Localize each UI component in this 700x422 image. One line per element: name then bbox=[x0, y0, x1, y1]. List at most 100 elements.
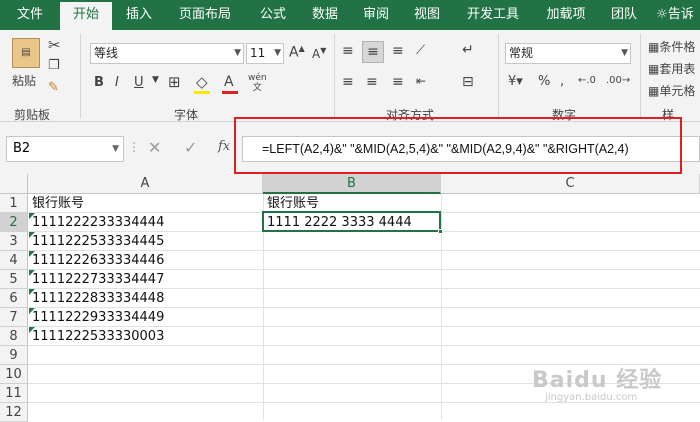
row-header[interactable]: 4 bbox=[0, 251, 28, 270]
insert-function-icon[interactable]: fx bbox=[218, 139, 230, 154]
error-indicator-icon[interactable] bbox=[29, 289, 35, 295]
table-icon: ▦ bbox=[648, 62, 660, 76]
decrease-font-icon[interactable]: A▼ bbox=[312, 46, 326, 61]
group-divider bbox=[334, 34, 335, 118]
decrease-decimal-icon[interactable]: .00→ bbox=[606, 75, 630, 86]
tab-addins[interactable]: 加载项 bbox=[538, 0, 594, 30]
select-all-corner[interactable] bbox=[0, 174, 28, 194]
percent-icon[interactable]: % bbox=[538, 74, 550, 89]
column-header-c[interactable]: C bbox=[441, 174, 700, 194]
watermark-url: jingyan.baidu.com bbox=[545, 392, 638, 403]
tab-developer[interactable]: 开发工具 bbox=[460, 0, 526, 30]
align-left-icon[interactable]: ≡ bbox=[342, 74, 354, 90]
cell-a2[interactable]: 1111222233334444 bbox=[29, 213, 164, 232]
copy-icon[interactable]: ❐ bbox=[48, 58, 60, 73]
paste-icon[interactable]: ▤ bbox=[12, 38, 40, 68]
more-options-icon: ⋮ bbox=[128, 140, 140, 154]
merge-center-icon[interactable]: ⊟ bbox=[462, 74, 474, 90]
fill-color-swatch bbox=[194, 91, 210, 94]
cell-a8[interactable]: 1111222533330003 bbox=[29, 327, 164, 346]
column-header-a[interactable]: A bbox=[28, 174, 263, 194]
italic-icon[interactable]: I bbox=[115, 75, 119, 90]
currency-icon[interactable]: ¥▾ bbox=[508, 74, 523, 89]
align-bottom-icon[interactable]: ≡ bbox=[392, 43, 404, 59]
orientation-icon[interactable]: ⟋ bbox=[416, 43, 425, 58]
column-header-b[interactable]: B bbox=[263, 174, 441, 194]
tab-home[interactable]: 开始 bbox=[60, 2, 112, 30]
row-header[interactable]: 6 bbox=[0, 289, 28, 308]
row-header[interactable]: 2 bbox=[0, 213, 28, 232]
name-box[interactable]: B2 ▼ bbox=[6, 136, 124, 162]
bold-icon[interactable]: B bbox=[94, 75, 104, 90]
fill-color-icon[interactable]: ◇ bbox=[196, 73, 208, 91]
tab-view[interactable]: 视图 bbox=[404, 0, 450, 30]
font-name-select[interactable]: 等线 ▼ bbox=[90, 43, 244, 64]
cell-a4[interactable]: 1111222633334446 bbox=[29, 251, 164, 270]
tab-formulas[interactable]: 公式 bbox=[250, 0, 296, 30]
font-color-swatch bbox=[222, 91, 238, 94]
tab-review[interactable]: 审阅 bbox=[353, 0, 399, 30]
group-divider bbox=[640, 34, 641, 118]
error-indicator-icon[interactable] bbox=[29, 270, 35, 276]
cell-styles-icon: ▦ bbox=[648, 84, 660, 98]
error-indicator-icon[interactable] bbox=[29, 251, 35, 257]
row-header[interactable]: 3 bbox=[0, 232, 28, 251]
conditional-format-icon: ▦ bbox=[648, 40, 660, 54]
row-header[interactable]: 11 bbox=[0, 384, 28, 403]
cell-a6[interactable]: 1111222833334448 bbox=[29, 289, 164, 308]
cut-icon[interactable]: ✂ bbox=[48, 36, 61, 54]
align-middle-icon[interactable]: ≡ bbox=[362, 41, 384, 63]
borders-icon[interactable]: ⊞ bbox=[168, 73, 181, 91]
align-top-icon[interactable]: ≡ bbox=[342, 43, 354, 59]
number-format-select[interactable]: 常规 ▼ bbox=[505, 43, 631, 64]
tab-tell-me[interactable]: ☼告诉 bbox=[650, 0, 700, 30]
increase-decimal-icon[interactable]: ←.0 bbox=[578, 75, 596, 86]
font-size-select[interactable]: 11 ▼ bbox=[246, 43, 284, 64]
increase-font-icon[interactable]: A▲ bbox=[289, 44, 305, 61]
group-divider bbox=[498, 34, 499, 118]
format-painter-icon[interactable]: ✎ bbox=[48, 80, 59, 95]
row-header[interactable]: 9 bbox=[0, 346, 28, 365]
cancel-icon[interactable]: ✕ bbox=[148, 138, 161, 157]
tab-team[interactable]: 团队 bbox=[604, 0, 644, 30]
error-indicator-icon[interactable] bbox=[29, 232, 35, 238]
font-group-label: 字体 bbox=[174, 108, 199, 122]
conditional-formatting-button[interactable]: ▦条件格 bbox=[648, 38, 695, 55]
watermark-logo: Baidu 经验 bbox=[532, 368, 663, 393]
phonetic-icon[interactable]: wén 文 bbox=[248, 73, 267, 93]
chevron-down-icon: ▼ bbox=[112, 144, 119, 154]
error-indicator-icon[interactable] bbox=[29, 308, 35, 314]
underline-icon[interactable]: U bbox=[134, 75, 144, 90]
tab-data[interactable]: 数据 bbox=[302, 0, 348, 30]
tab-page-layout[interactable]: 页面布局 bbox=[170, 0, 240, 30]
chevron-down-icon: ▼ bbox=[274, 48, 281, 58]
row-header[interactable]: 12 bbox=[0, 403, 28, 422]
comma-style-icon[interactable]: , bbox=[560, 74, 564, 89]
tab-insert[interactable]: 插入 bbox=[116, 0, 162, 30]
tab-file[interactable]: 文件 bbox=[8, 0, 52, 30]
fill-handle[interactable] bbox=[438, 229, 443, 234]
format-as-table-button[interactable]: ▦套用表 bbox=[648, 60, 695, 77]
cell-a5[interactable]: 1111222733334447 bbox=[29, 270, 164, 289]
cell-styles-button[interactable]: ▦单元格 bbox=[648, 82, 695, 99]
enter-icon[interactable]: ✓ bbox=[184, 138, 197, 157]
cell-a7[interactable]: 1111222933334449 bbox=[29, 308, 164, 327]
group-divider bbox=[80, 34, 81, 118]
indent-icon[interactable]: ⇤ bbox=[416, 74, 426, 88]
paste-label[interactable]: 粘贴 bbox=[12, 72, 36, 89]
wrap-text-icon[interactable]: ↵ bbox=[462, 42, 474, 58]
error-indicator-icon[interactable] bbox=[29, 213, 35, 219]
row-header[interactable]: 10 bbox=[0, 365, 28, 384]
chevron-down-icon[interactable]: ▼ bbox=[152, 75, 159, 85]
row-header[interactable]: 7 bbox=[0, 308, 28, 327]
align-center-icon[interactable]: ≡ bbox=[366, 74, 378, 90]
align-right-icon[interactable]: ≡ bbox=[392, 74, 404, 90]
row-header[interactable]: 5 bbox=[0, 270, 28, 289]
chevron-down-icon: ▼ bbox=[234, 48, 241, 58]
row-header[interactable]: 8 bbox=[0, 327, 28, 346]
cell-a3[interactable]: 1111222533334445 bbox=[29, 232, 164, 251]
error-indicator-icon[interactable] bbox=[29, 327, 35, 333]
row-header[interactable]: 1 bbox=[0, 194, 28, 213]
cell-a1[interactable]: 银行账号 bbox=[29, 194, 84, 213]
font-color-icon[interactable]: A bbox=[224, 74, 234, 90]
